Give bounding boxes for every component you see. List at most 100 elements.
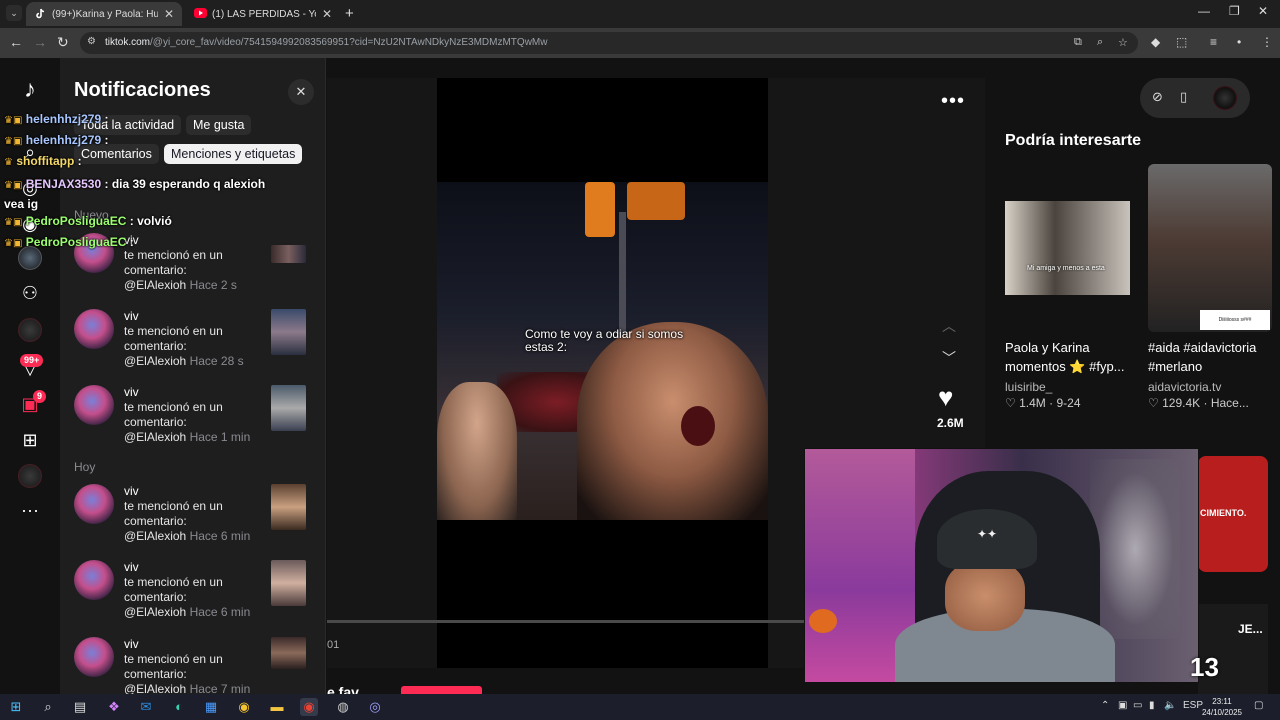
more-icon[interactable]: ··· [18, 498, 42, 522]
friends-icon[interactable]: ⚇ [18, 281, 42, 305]
chrome-active-icon[interactable]: ◉ [300, 698, 318, 716]
filter-likes[interactable]: Me gusta [186, 115, 252, 135]
zoom-icon[interactable]: ⌕ [1097, 36, 1103, 49]
search-icon[interactable]: ⌕ [39, 698, 57, 716]
copilot-icon[interactable]: ❖ [105, 698, 123, 716]
video-thumbnail[interactable] [271, 385, 306, 431]
recommended-video-title[interactable]: Paola y Karina momentos ⭐ #fyp... [1005, 338, 1140, 376]
extension-diamond-icon[interactable]: ◆ [1151, 35, 1160, 49]
avatar[interactable] [74, 484, 114, 524]
avatar[interactable] [74, 309, 114, 349]
outlook-icon[interactable]: ✉ [137, 698, 155, 716]
window-close-icon[interactable]: ✕ [1258, 4, 1268, 18]
extensions-puzzle-icon[interactable]: ⬚ [1176, 35, 1187, 49]
tiktok-icon [34, 8, 46, 20]
video-scene [585, 182, 615, 237]
recommended-video-title[interactable]: #aida #aidavictoria #merlano [1148, 338, 1278, 376]
video-thumbnail[interactable] [271, 637, 306, 669]
browser-tab-tiktok[interactable]: (99+)Karina y Paola: Humor y P ✕ [26, 2, 182, 26]
minimize-icon[interactable]: — [1198, 4, 1210, 18]
notification-item[interactable]: viv te mencionó en un comentario: @ElAlex… [74, 385, 314, 451]
notification-text: te mencionó en un comentario: @ElAlexioh … [124, 324, 244, 368]
tray-display-icon[interactable]: ▭ [1133, 700, 1142, 711]
upload-plus-icon[interactable]: ⊞ [18, 428, 42, 452]
friends-avatar-icon[interactable] [18, 246, 42, 270]
tab-close-icon[interactable]: ✕ [164, 7, 174, 21]
app-icon[interactable]: ◎ [366, 698, 384, 716]
notification-item[interactable]: viv te mencionó en un comentario: @ElAlex… [74, 309, 314, 375]
coin-icon[interactable]: ⊘ [1152, 89, 1163, 105]
video-frame[interactable]: Como te voy a odiar si somos estas 2: [437, 182, 768, 520]
notification-user[interactable]: viv [124, 637, 139, 651]
tiktok-logo-icon[interactable]: ♪ [18, 78, 42, 102]
notification-user[interactable]: viv [124, 560, 139, 574]
next-video-icon[interactable]: ﹀ [942, 348, 956, 368]
avatar[interactable] [1213, 86, 1237, 110]
profile-icon[interactable]: • [1237, 35, 1241, 49]
browser-menu-icon[interactable]: ⋮ [1261, 35, 1273, 49]
recommendations-title: Podría interesarte [1005, 132, 1142, 149]
close-icon[interactable]: ✕ [288, 79, 314, 105]
tray-chevron-icon[interactable]: ⌃ [1101, 700, 1109, 711]
recommended-video-thumbnail[interactable]: Diiiiiiosss s### [1148, 164, 1272, 332]
avatar[interactable] [74, 560, 114, 600]
volume-icon[interactable]: 🔈 [1164, 700, 1176, 711]
avatar[interactable] [74, 385, 114, 425]
notification-user[interactable]: viv [124, 385, 139, 399]
store-icon[interactable]: ▦ [202, 698, 220, 716]
tab-close-icon[interactable]: ✕ [322, 7, 332, 21]
video-thumbnail[interactable] [271, 309, 306, 355]
browser-tab-youtube[interactable]: (1) LAS PERDIDAS - YouTube ✕ [186, 2, 340, 26]
restore-icon[interactable]: ❐ [1229, 4, 1240, 18]
url-text[interactable]: tiktok.com/@yi_core_fav/video/7541594992… [105, 37, 547, 48]
back-icon[interactable]: ← [9, 34, 23, 50]
profile-avatar-icon[interactable] [18, 464, 42, 488]
video-thumbnail[interactable] [271, 484, 306, 530]
filter-comments[interactable]: Comentarios [74, 144, 159, 164]
forward-icon[interactable]: → [33, 34, 47, 50]
recommended-video-user[interactable]: aidavictoria.tv [1148, 380, 1221, 394]
recommended-video-thumbnail[interactable]: CIMIENTO. [1198, 456, 1268, 572]
notification-user[interactable]: viv [124, 484, 139, 498]
avatar[interactable] [74, 637, 114, 677]
notification-user[interactable]: viv [124, 309, 139, 323]
device-icon[interactable]: ▯ [1180, 89, 1187, 105]
video-thumbnail[interactable] [271, 560, 306, 606]
previous-video-icon[interactable]: ︿ [942, 316, 956, 336]
install-app-icon[interactable]: ⧉ [1074, 36, 1082, 49]
file-explorer-icon[interactable]: ▬ [268, 698, 286, 716]
edge-icon[interactable]: ◐ [170, 698, 188, 716]
recommended-video-thumbnail[interactable]: Mi amiga y menos a esta [1005, 201, 1130, 295]
heart-icon[interactable]: ♥ [938, 382, 953, 413]
tab-search-chevron-icon[interactable]: ⌄ [6, 5, 22, 21]
chrome-icon[interactable]: ◉ [235, 698, 253, 716]
notification-item[interactable]: viv te mencionó en un comentario: @ElAlex… [74, 637, 314, 694]
uploader-name[interactable]: e fav [327, 684, 359, 694]
video-caption: Como te voy a odiar si somos estas 2: [525, 327, 684, 354]
video-scene [681, 406, 715, 446]
chat-message: ♛ shoffitapp : [4, 154, 82, 168]
recommended-video-user[interactable]: luisiribe_ [1005, 380, 1052, 394]
reload-icon[interactable]: ↻ [57, 34, 69, 51]
windows-start-icon[interactable]: ⊞ [7, 698, 25, 716]
battery-icon[interactable]: ▮ [1149, 700, 1155, 711]
notification-text: te mencionó en un comentario: @ElAlexioh … [124, 575, 251, 619]
bookmark-star-icon[interactable]: ☆ [1118, 36, 1128, 49]
inbox-badge: 99+ [20, 354, 44, 367]
clock[interactable]: 23:11 24/10/2025 [1200, 696, 1244, 718]
obs-icon[interactable]: ◍ [334, 698, 352, 716]
follow-button[interactable] [401, 686, 482, 694]
address-bar[interactable]: ⚙ tiktok.com/@yi_core_fav/video/75415949… [80, 32, 1138, 54]
tab-media-icon[interactable]: ≡ [1210, 35, 1217, 49]
notification-item[interactable]: viv te mencionó en un comentario: @ElAlex… [74, 484, 314, 550]
new-tab-button[interactable]: + [345, 5, 354, 22]
more-options-icon[interactable]: ••• [941, 90, 965, 113]
filter-mentions[interactable]: Menciones y etiquetas [164, 144, 303, 164]
tray-app-icon[interactable]: ▣ [1118, 700, 1127, 711]
task-view-icon[interactable]: ▤ [71, 698, 89, 716]
notification-item[interactable]: viv te mencionó en un comentario: @ElAlex… [74, 560, 314, 626]
notification-center-icon[interactable]: ▢ [1254, 700, 1263, 711]
site-info-icon[interactable]: ⚙ [87, 36, 96, 47]
video-thumbnail[interactable] [271, 245, 306, 263]
live-icon[interactable] [18, 318, 42, 342]
